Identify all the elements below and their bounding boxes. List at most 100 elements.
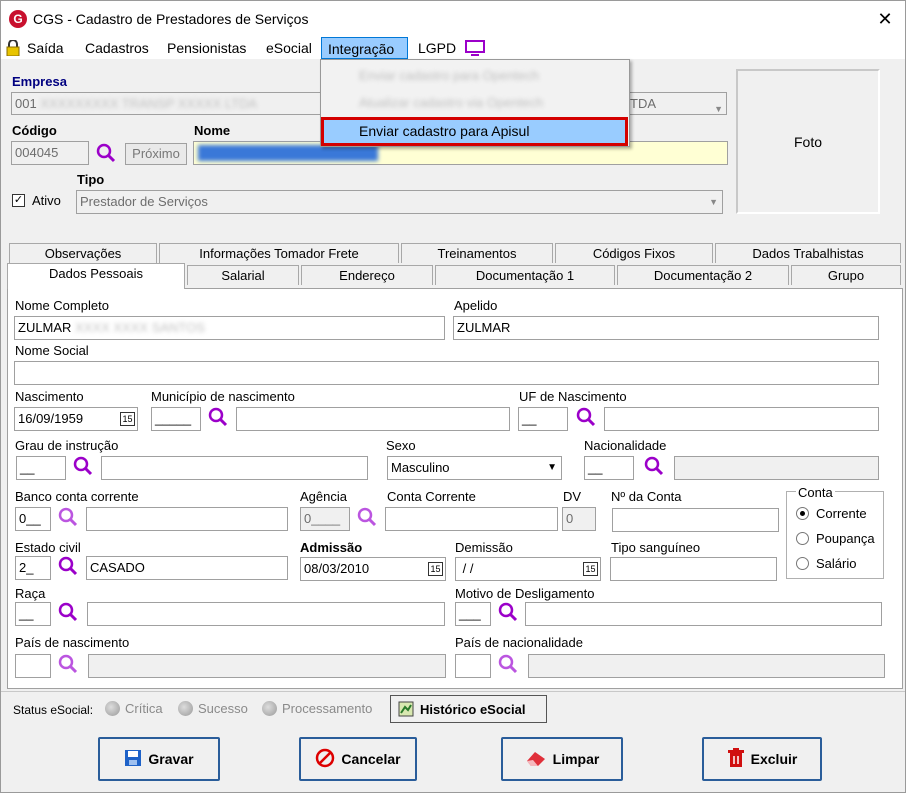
tab-documentacao-2[interactable]: Documentação 2 — [617, 265, 789, 285]
estado-civil-code-field[interactable]: 2_ — [15, 556, 51, 580]
nacionalidade-code-field[interactable]: __ — [584, 456, 634, 480]
motivo-code-field[interactable]: ___ — [455, 602, 491, 626]
empresa-label: Empresa — [12, 74, 67, 89]
apelido-field[interactable]: ZULMAR — [453, 316, 879, 340]
codigo-field[interactable]: 004045 — [11, 141, 89, 165]
menu-saida[interactable]: Saída — [21, 37, 70, 59]
tab-observacoes[interactable]: Observações — [9, 243, 157, 263]
monitor-icon[interactable] — [465, 40, 485, 56]
sexo-select[interactable]: Masculino ▼ — [387, 456, 562, 480]
grau-name-field[interactable] — [101, 456, 368, 480]
agencia-label: Agência — [300, 489, 347, 504]
nome-social-field[interactable] — [14, 361, 879, 385]
estado-civil-search-icon[interactable] — [58, 556, 78, 576]
sexo-label: Sexo — [386, 438, 416, 453]
tab-dados-trabalhistas[interactable]: Dados Trabalhistas — [715, 243, 901, 263]
menu-pensionistas[interactable]: Pensionistas — [161, 37, 252, 59]
uf-code-field[interactable]: __ — [518, 407, 568, 431]
ativo-checkbox[interactable]: ✓ — [12, 194, 25, 207]
raca-name-field[interactable] — [87, 602, 445, 626]
pais-nascimento-search-icon[interactable] — [58, 654, 78, 674]
demissao-value: / / — [459, 561, 474, 576]
pais-nascimento-code-field[interactable] — [15, 654, 51, 678]
admissao-field[interactable]: 08/03/2010 15 — [300, 557, 446, 581]
nacionalidade-name-field[interactable] — [674, 456, 879, 480]
conta-radio-corrente[interactable]: Corrente — [796, 506, 867, 521]
menu-integracao[interactable]: Integração — [321, 37, 408, 59]
municipio-label: Município de nascimento — [151, 389, 295, 404]
grau-search-icon[interactable] — [73, 456, 93, 476]
conta-group-label: Conta — [796, 485, 835, 500]
tipo-select[interactable]: Prestador de Serviços ▼ — [76, 190, 723, 214]
gravar-button[interactable]: Gravar — [98, 737, 220, 781]
municipio-code-field[interactable]: _____ — [151, 407, 201, 431]
tipo-sanguineo-field[interactable] — [610, 557, 777, 581]
raca-code-field[interactable]: __ — [15, 602, 51, 626]
nascimento-field[interactable]: 16/09/1959 15 — [14, 407, 138, 431]
uf-name-field[interactable] — [604, 407, 879, 431]
motivo-search-icon[interactable] — [498, 602, 518, 622]
motivo-name-field[interactable] — [525, 602, 882, 626]
codigo-search-icon[interactable] — [96, 143, 116, 163]
pais-nacionalidade-name-field[interactable] — [528, 654, 885, 678]
tipo-dropdown-icon[interactable]: ▼ — [709, 191, 718, 213]
nome-completo-field[interactable]: ZULMAR XXXX XXXX SANTOS — [14, 316, 445, 340]
menu-item-apisul-send[interactable]: Enviar cadastro para Apisul — [321, 117, 628, 146]
pais-nacionalidade-code-field[interactable] — [455, 654, 491, 678]
conta-radio-poupanca[interactable]: Poupança — [796, 531, 875, 546]
banco-code-field[interactable]: 0__ — [15, 507, 51, 531]
menu-item-opentech-send[interactable]: Enviar cadastro para Opentech — [359, 68, 539, 83]
raca-search-icon[interactable] — [58, 602, 78, 622]
tab-salarial[interactable]: Salarial — [187, 265, 299, 285]
nascimento-value: 16/09/1959 — [18, 411, 84, 426]
uf-search-icon[interactable] — [576, 407, 596, 427]
estado-civil-name-field[interactable]: CASADO — [86, 556, 288, 580]
pais-nascimento-name-field[interactable] — [88, 654, 446, 678]
menu-lgpd[interactable]: LGPD — [412, 37, 462, 59]
status-sucesso: Sucesso — [178, 701, 248, 716]
num-conta-field[interactable] — [612, 508, 779, 532]
municipio-name-field[interactable] — [236, 407, 510, 431]
menu-esocial[interactable]: eSocial — [260, 37, 318, 59]
dv-field[interactable]: 0 — [562, 507, 596, 531]
historico-esocial-button[interactable]: Histórico eSocial — [390, 695, 547, 723]
agencia-code-field[interactable]: 0____ — [300, 507, 350, 531]
limpar-button[interactable]: Limpar — [501, 737, 623, 781]
uf-label: UF de Nascimento — [519, 389, 627, 404]
tab-documentacao-1[interactable]: Documentação 1 — [435, 265, 615, 285]
tab-endereco[interactable]: Endereço — [301, 265, 433, 285]
banco-search-icon[interactable] — [58, 507, 78, 527]
municipio-search-icon[interactable] — [208, 407, 228, 427]
tipo-sanguineo-label: Tipo sanguíneo — [611, 540, 701, 555]
admissao-calendar-icon[interactable]: 15 — [428, 562, 443, 576]
demissao-calendar-icon[interactable]: 15 — [583, 562, 598, 576]
tab-treinamentos[interactable]: Treinamentos — [401, 243, 553, 263]
demissao-field[interactable]: / / 15 — [455, 557, 601, 581]
banco-name-field[interactable] — [86, 507, 288, 531]
foto-label: Foto — [793, 133, 822, 150]
nacionalidade-search-icon[interactable] — [644, 456, 664, 476]
tab-dados-pessoais[interactable]: Dados Pessoais — [7, 263, 185, 289]
pais-nacionalidade-search-icon[interactable] — [498, 654, 518, 674]
menu-cadastros[interactable]: Cadastros — [79, 37, 155, 59]
nacionalidade-label: Nacionalidade — [584, 438, 667, 453]
tab-codigos-fixos[interactable]: Códigos Fixos — [555, 243, 713, 263]
tab-informacoes-tomador[interactable]: Informações Tomador Frete — [159, 243, 399, 263]
tab-grupo[interactable]: Grupo — [791, 265, 901, 285]
agencia-search-icon[interactable] — [357, 507, 377, 527]
conta-radio-salario[interactable]: Salário — [796, 556, 856, 571]
conta-corrente-field[interactable] — [385, 507, 558, 531]
sexo-dropdown-icon[interactable]: ▼ — [547, 457, 557, 479]
grau-code-field[interactable]: __ — [16, 456, 66, 480]
menu-item-opentech-update[interactable]: Atualizar cadastro via Opentech — [359, 95, 543, 110]
tipo-label: Tipo — [77, 172, 105, 187]
app-logo-icon: G — [9, 10, 27, 28]
empresa-dropdown-icon[interactable]: ▼ — [714, 98, 723, 114]
cancelar-button[interactable]: Cancelar — [299, 737, 417, 781]
foto-box[interactable]: Foto — [736, 69, 880, 214]
close-button[interactable]: ✕ — [871, 7, 899, 31]
proximo-button[interactable]: Próximo — [125, 143, 187, 165]
grau-label: Grau de instrução — [15, 438, 119, 453]
excluir-button[interactable]: Excluir — [702, 737, 822, 781]
nascimento-calendar-icon[interactable]: 15 — [120, 412, 135, 426]
